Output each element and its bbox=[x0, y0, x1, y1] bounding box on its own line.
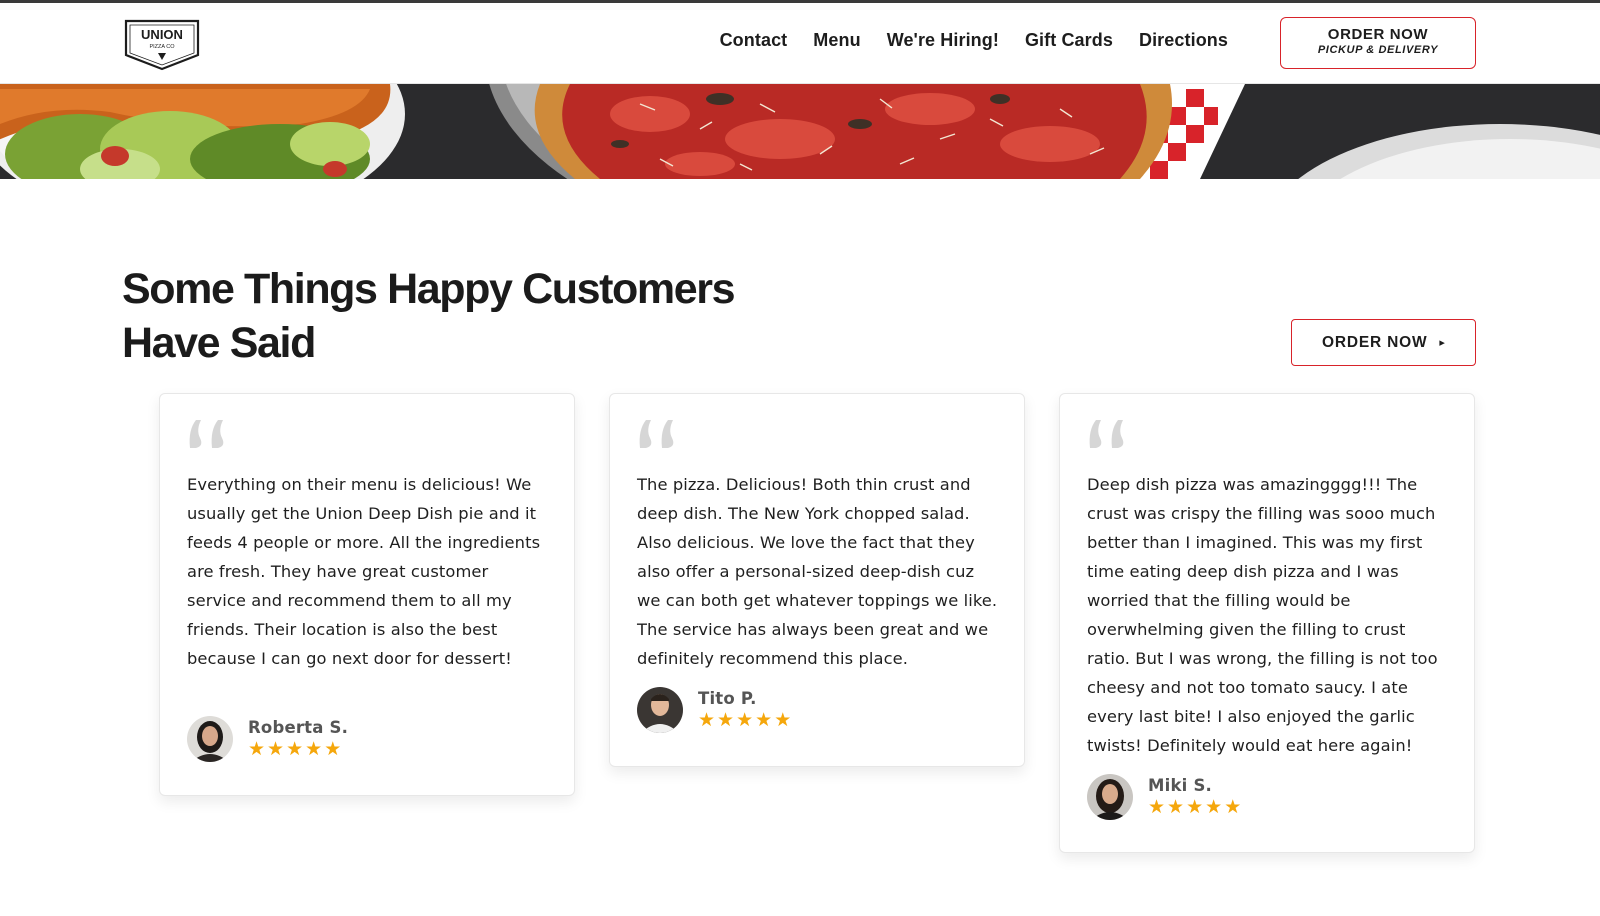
review-text: The pizza. Delicious! Both thin crust an… bbox=[637, 475, 998, 668]
order-now-label: ORDER NOW bbox=[1322, 333, 1428, 351]
quote-icon bbox=[638, 416, 682, 450]
main-nav: Contact Menu We're Hiring! Gift Cards Di… bbox=[694, 30, 1228, 51]
star-icon: ★ bbox=[1224, 797, 1242, 818]
nav-contact[interactable]: Contact bbox=[720, 30, 788, 51]
star-icon: ★ bbox=[1205, 797, 1223, 818]
author-name: Tito P. bbox=[698, 689, 757, 708]
star-icon: ★ bbox=[305, 739, 323, 760]
star-icon: ★ bbox=[248, 739, 266, 760]
star-icon: ★ bbox=[736, 710, 754, 731]
quote-icon bbox=[1088, 416, 1132, 450]
nav-hiring[interactable]: We're Hiring! bbox=[887, 30, 999, 51]
author-name: Roberta S. bbox=[248, 718, 349, 737]
order-now-button[interactable]: ORDER NOW ▸ bbox=[1291, 319, 1476, 366]
author-name: Miki S. bbox=[1148, 776, 1213, 795]
star-icon: ★ bbox=[267, 739, 285, 760]
nav-menu[interactable]: Menu bbox=[813, 30, 860, 51]
avatar bbox=[637, 687, 683, 733]
section-title-line2: Have Said bbox=[122, 319, 316, 367]
chevron-right-icon: ▸ bbox=[1439, 337, 1445, 349]
star-icon: ★ bbox=[1167, 797, 1185, 818]
avatar bbox=[1087, 774, 1133, 820]
review-text: Deep dish pizza was amazingggg!!! The cr… bbox=[1087, 475, 1438, 755]
rating-stars: ★ ★ ★ ★ ★ bbox=[698, 711, 791, 731]
review-author: Roberta S. ★ ★ ★ ★ ★ bbox=[187, 716, 348, 762]
star-icon: ★ bbox=[717, 710, 735, 731]
section-title: Some Things Happy Customers Have Said bbox=[122, 262, 822, 370]
review-author: Tito P. ★ ★ ★ ★ ★ bbox=[637, 687, 791, 733]
order-now-label: ORDER NOW bbox=[1327, 26, 1429, 43]
star-icon: ★ bbox=[324, 739, 342, 760]
review-card: The pizza. Delicious! Both thin crust an… bbox=[609, 393, 1025, 767]
section-title-line1: Some Things Happy Customers bbox=[122, 265, 735, 313]
star-icon: ★ bbox=[774, 710, 792, 731]
order-now-header-button[interactable]: ORDER NOW PICKUP & DELIVERY bbox=[1280, 17, 1476, 69]
nav-gift-cards[interactable]: Gift Cards bbox=[1025, 30, 1113, 51]
star-icon: ★ bbox=[286, 739, 304, 760]
pickup-delivery-label: PICKUP & DELIVERY bbox=[1317, 44, 1439, 56]
star-icon: ★ bbox=[755, 710, 773, 731]
star-icon: ★ bbox=[698, 710, 716, 731]
review-text: Everything on their menu is delicious! W… bbox=[187, 475, 541, 668]
site-header: UNION PIZZA CO Contact Menu We're Hiring… bbox=[0, 3, 1600, 84]
review-card: Deep dish pizza was amazingggg!!! The cr… bbox=[1059, 393, 1475, 853]
review-card: Everything on their menu is delicious! W… bbox=[159, 393, 575, 796]
star-icon: ★ bbox=[1148, 797, 1166, 818]
quote-icon bbox=[188, 416, 232, 450]
review-author: Miki S. ★ ★ ★ ★ ★ bbox=[1087, 774, 1241, 820]
rating-stars: ★ ★ ★ ★ ★ bbox=[248, 740, 348, 760]
star-icon: ★ bbox=[1186, 797, 1204, 818]
nav-directions[interactable]: Directions bbox=[1139, 30, 1228, 51]
union-pizza-logo[interactable]: UNION PIZZA CO bbox=[124, 19, 200, 71]
avatar bbox=[187, 716, 233, 762]
hero-food-image bbox=[0, 84, 1600, 179]
rating-stars: ★ ★ ★ ★ ★ bbox=[1148, 798, 1241, 818]
logo-text: UNION bbox=[141, 27, 183, 42]
logo-subtext: PIZZA CO bbox=[149, 44, 175, 50]
